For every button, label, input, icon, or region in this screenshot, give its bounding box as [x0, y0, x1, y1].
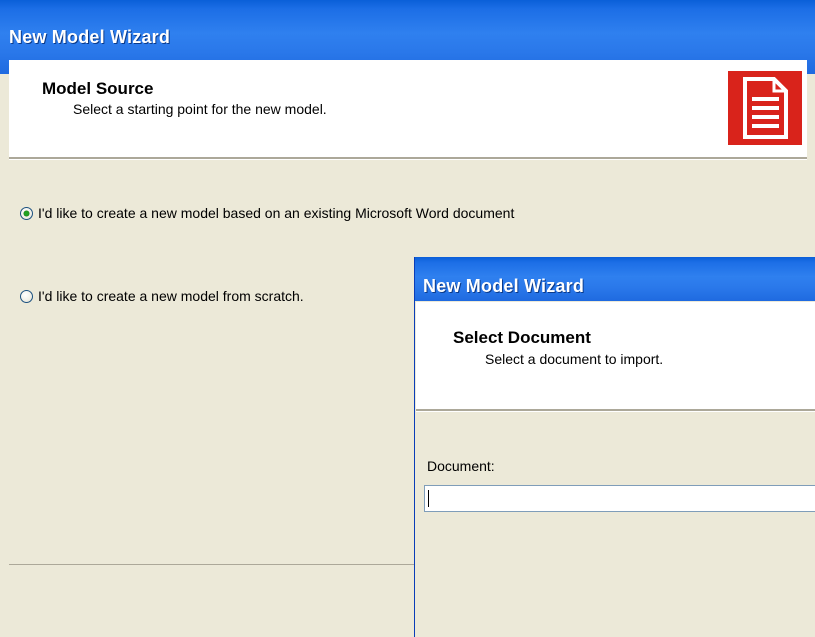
page-title: Model Source: [42, 79, 154, 98]
option-from-scratch-label: I'd like to create a new model from scra…: [38, 288, 304, 304]
select-document-dialog: New Model Wizard Select Document Select …: [414, 257, 815, 637]
option-existing-document[interactable]: I'd like to create a new model based on …: [20, 205, 514, 221]
main-header: Model Source Select a starting point for…: [9, 60, 807, 157]
dialog-titlebar[interactable]: New Model Wizard: [415, 257, 815, 301]
option-existing-document-label: I'd like to create a new model based on …: [38, 205, 515, 221]
page-subtitle: Select a starting point for the new mode…: [73, 101, 327, 117]
option-from-scratch[interactable]: I'd like to create a new model from scra…: [20, 288, 304, 304]
dialog-header: Select Document Select a document to imp…: [416, 302, 815, 409]
document-input[interactable]: [424, 485, 815, 512]
radio-existing-document[interactable]: [20, 206, 33, 220]
radio-from-scratch[interactable]: [20, 289, 33, 303]
document-icon: [728, 71, 802, 145]
text-caret: [428, 490, 429, 507]
dialog-header-divider: [416, 409, 815, 412]
dialog-page-title: Select Document: [453, 328, 591, 347]
dialog-page-subtitle: Select a document to import.: [485, 351, 664, 367]
dialog-title: New Model Wizard: [423, 276, 585, 296]
document-field-label: Document:: [427, 458, 495, 474]
main-window-title: New Model Wizard: [9, 27, 171, 47]
